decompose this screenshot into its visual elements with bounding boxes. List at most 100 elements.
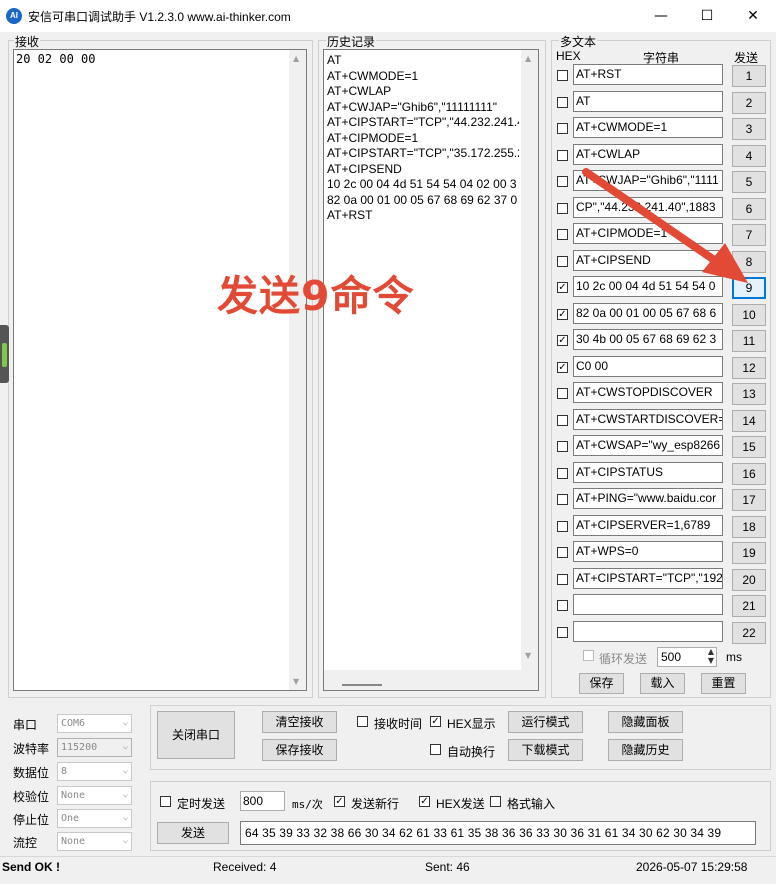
reset-multitext-button[interactable]: 重置 [701,673,746,694]
databits-select[interactable]: 8 ⌵ [57,762,132,781]
history-line[interactable]: AT [327,53,519,69]
send-row-button[interactable]: 2 [732,92,766,114]
hex-checkbox[interactable] [557,388,568,399]
send-input[interactable]: 64 35 39 33 32 38 66 30 34 62 61 33 61 3… [240,821,756,845]
maximize-button[interactable]: ☐ [684,0,730,32]
spin-arrows-icon[interactable]: ▲ ▼ [708,647,714,665]
send-row-button[interactable]: 12 [732,357,766,379]
timed-send-checkbox[interactable] [160,796,171,807]
hide-panel-button[interactable]: 隐藏面板 [608,711,683,733]
history-line[interactable]: AT+CWJAP="Ghib6","11111111" [327,100,519,116]
send-row-button[interactable]: 15 [732,436,766,458]
send-row-button[interactable]: 10 [732,304,766,326]
stopbits-select[interactable]: One ⌵ [57,809,132,828]
history-line[interactable]: AT+CIPMODE=1 [327,131,519,147]
send-row-button[interactable]: 20 [732,569,766,591]
history-line[interactable]: AT+RST [327,208,519,224]
hscroll-thumb[interactable] [342,684,382,686]
save-multitext-button[interactable]: 保存 [579,673,624,694]
hex-checkbox[interactable] [557,468,568,479]
hex-checkbox[interactable] [557,441,568,452]
history-line[interactable]: AT+CIPSTART="TCP","44.232.241.4 [327,115,519,131]
hex-checkbox[interactable] [557,627,568,638]
send-row-button[interactable]: 21 [732,595,766,617]
scroll-up-icon[interactable]: ▲ [525,54,531,63]
timed-interval-input[interactable]: 800 [240,791,285,811]
history-line[interactable]: AT+CWLAP [327,84,519,100]
send-row-button[interactable]: 13 [732,383,766,405]
multitext-input[interactable]: AT+CIPSTATUS [573,462,723,483]
receive-time-checkbox[interactable] [357,716,368,727]
hide-history-button[interactable]: 隐藏历史 [608,739,683,761]
hex-send-checkbox[interactable]: ✓ [419,796,430,807]
hex-checkbox[interactable] [557,176,568,187]
send-row-button[interactable]: 11 [732,330,766,352]
send-row-button[interactable]: 3 [732,118,766,140]
send-row-button[interactable]: 17 [732,489,766,511]
clear-receive-button[interactable]: 清空接收 [262,711,337,733]
multitext-input[interactable]: 30 4b 00 05 67 68 69 62 3 [573,329,723,350]
multitext-input[interactable]: AT+CIPSERVER=1,6789 [573,515,723,536]
scroll-down-icon[interactable]: ▼ [525,651,531,660]
hex-checkbox[interactable] [557,415,568,426]
send-newline-checkbox[interactable]: ✓ [334,796,345,807]
hex-checkbox[interactable] [557,547,568,558]
multitext-input[interactable]: AT+CWMODE=1 [573,117,723,138]
hex-checkbox[interactable] [557,123,568,134]
close-port-button[interactable]: 关闭串口 [157,711,235,759]
download-mode-button[interactable]: 下载模式 [508,739,583,761]
history-line[interactable]: AT+CIPSEND [327,162,519,178]
side-handle[interactable] [0,325,9,383]
scroll-up-icon[interactable]: ▲ [293,54,299,63]
scroll-down-icon[interactable]: ▼ [293,677,299,686]
hex-display-checkbox[interactable]: ✓ [430,716,441,727]
hex-checkbox[interactable] [557,150,568,161]
history-list[interactable]: AT AT+CWMODE=1 AT+CWLAP AT+CWJAP="Ghib6","1… [323,49,539,691]
run-mode-button[interactable]: 运行模式 [508,711,583,733]
minimize-button[interactable]: — [638,0,684,32]
load-multitext-button[interactable]: 载入 [640,673,685,694]
history-line[interactable]: 82 0a 00 01 00 05 67 68 69 62 37 0 [327,193,519,209]
multitext-input[interactable]: AT+CWSTOPDISCOVER [573,382,723,403]
loop-send-checkbox[interactable] [583,650,594,661]
history-line[interactable]: 10 2c 00 04 4d 51 54 54 04 02 00 3 [327,177,519,193]
hex-checkbox[interactable] [557,600,568,611]
auto-wrap-checkbox[interactable] [430,744,441,755]
hex-checkbox[interactable]: ✓ [557,335,568,346]
history-line[interactable]: AT+CIPSTART="TCP","35.172.255.2 [327,146,519,162]
port-select[interactable]: COM6 ⌵ [57,714,132,733]
hex-checkbox[interactable] [557,229,568,240]
multitext-input[interactable]: 82 0a 00 01 00 05 67 68 6 [573,303,723,324]
hex-checkbox[interactable] [557,256,568,267]
history-scrollbar[interactable]: ▲ ▼ [521,50,538,690]
multitext-input[interactable]: AT [573,91,723,112]
send-row-button[interactable]: 18 [732,516,766,538]
receive-scrollbar[interactable]: ▲ ▼ [289,50,306,690]
multitext-input[interactable]: C0 00 [573,356,723,377]
hex-checkbox[interactable] [557,521,568,532]
send-button[interactable]: 发送 [157,822,229,844]
close-button[interactable]: ✕ [730,0,776,32]
multitext-input[interactable]: AT+CWSAP="wy_esp8266 [573,435,723,456]
multitext-input[interactable]: AT+CWSTARTDISCOVER= [573,409,723,430]
hex-checkbox[interactable] [557,494,568,505]
hex-checkbox[interactable] [557,97,568,108]
hex-checkbox[interactable]: ✓ [557,362,568,373]
history-hscrollbar[interactable] [324,670,538,690]
hex-checkbox[interactable]: ✓ [557,309,568,320]
send-row-button[interactable]: 14 [732,410,766,432]
multitext-input[interactable]: AT+CIPSTART="TCP","192 [573,568,723,589]
hex-checkbox[interactable] [557,574,568,585]
receive-textarea[interactable]: 20 02 00 00 ▲ ▼ [13,49,307,691]
hex-checkbox[interactable] [557,203,568,214]
multitext-input[interactable]: AT+PING="www.baidu.cor [573,488,723,509]
multitext-input[interactable] [573,594,723,615]
multitext-input[interactable]: AT+RST [573,64,723,85]
send-row-button[interactable]: 19 [732,542,766,564]
multitext-input[interactable]: AT+WPS=0 [573,541,723,562]
hex-checkbox[interactable]: ✓ [557,282,568,293]
save-receive-button[interactable]: 保存接收 [262,739,337,761]
history-line[interactable]: AT+CWMODE=1 [327,69,519,85]
hex-checkbox[interactable] [557,70,568,81]
flow-select[interactable]: None ⌵ [57,832,132,851]
